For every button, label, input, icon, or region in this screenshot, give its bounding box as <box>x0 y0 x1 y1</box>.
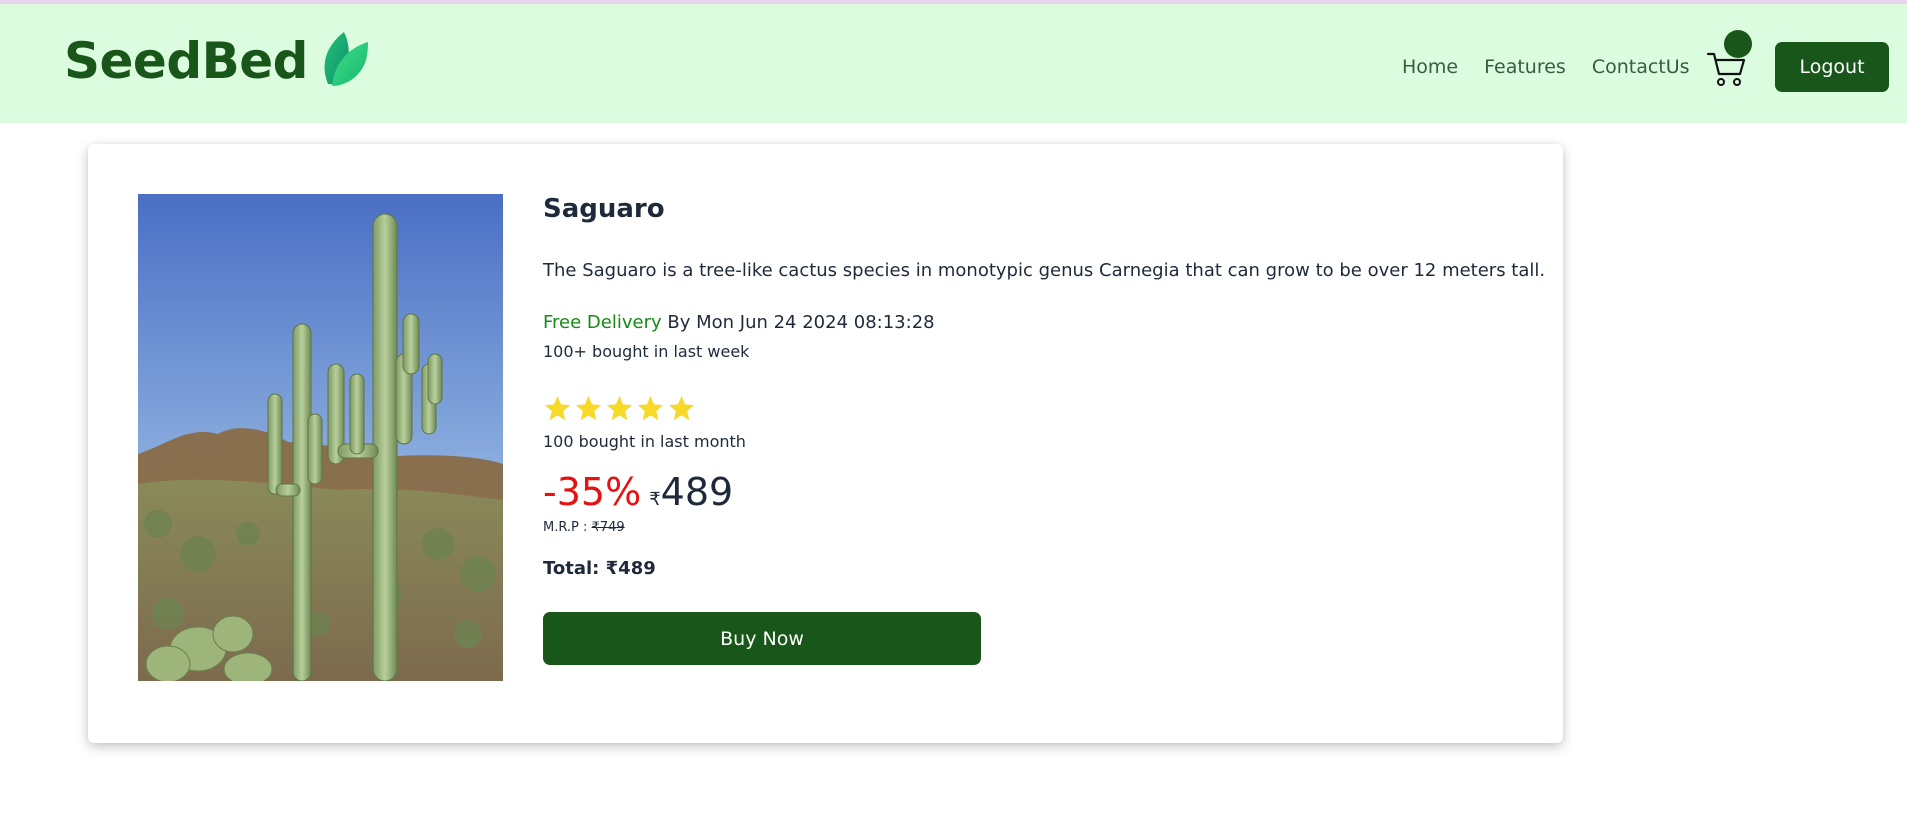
nav-contactus[interactable]: ContactUs <box>1592 56 1690 78</box>
delivery-info: Free Delivery By Mon Jun 24 2024 08:13:2… <box>543 312 935 333</box>
brand-name[interactable]: SeedBed <box>64 32 308 90</box>
logout-button[interactable]: Logout <box>1775 42 1889 92</box>
star-icon <box>668 395 695 421</box>
buy-now-button[interactable]: Buy Now <box>543 612 981 665</box>
mrp-label: M.R.P : <box>543 520 592 535</box>
star-icon <box>637 395 664 421</box>
price-value: 489 <box>660 470 734 514</box>
discount-percent: -35% <box>543 470 642 514</box>
bought-last-month: 100 bought in last month <box>543 432 746 451</box>
star-icon <box>544 395 571 421</box>
currency-symbol: ₹ <box>649 489 661 510</box>
cart-badge <box>1724 30 1752 58</box>
star-icon <box>575 395 602 421</box>
rating-stars <box>543 394 696 423</box>
star-icon <box>606 395 633 421</box>
price-row: -35% ₹489 <box>543 470 733 514</box>
product-card: Saguaro The Saguaro is a tree-like cactu… <box>88 144 1563 743</box>
bought-last-week: 100+ bought in last week <box>543 342 750 361</box>
main-nav: Home Features ContactUs <box>1402 56 1716 78</box>
product-image <box>138 194 503 681</box>
nav-features[interactable]: Features <box>1484 56 1566 78</box>
leaf-logo-icon <box>324 32 368 86</box>
free-delivery-label: Free Delivery <box>543 312 662 333</box>
mrp: M.R.P : ₹749 <box>543 520 625 535</box>
nav-home[interactable]: Home <box>1402 56 1458 78</box>
mrp-value: ₹749 <box>591 520 625 535</box>
product-name: Saguaro <box>543 194 665 224</box>
total-price: Total: ₹489 <box>543 558 656 579</box>
site-header: SeedBed Home Features ContactUs Logout <box>0 4 1907 123</box>
product-description: The Saguaro is a tree-like cactus specie… <box>543 260 1546 281</box>
delivery-date: By Mon Jun 24 2024 08:13:28 <box>661 312 935 333</box>
